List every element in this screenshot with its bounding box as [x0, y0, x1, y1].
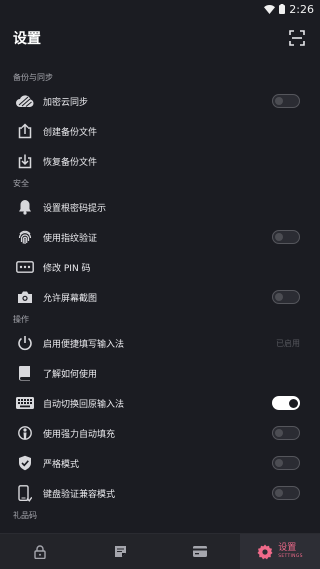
setting-label: 加密云同步 [43, 97, 89, 108]
power-icon [15, 333, 35, 353]
card-icon [193, 546, 207, 557]
setting-auto-switch-ime[interactable]: 自动切换回原输入法 [0, 388, 320, 418]
keyboard-compat-toggle[interactable] [272, 486, 300, 500]
strict-mode-toggle[interactable] [272, 456, 300, 470]
setting-label: 键盘验证兼容模式 [43, 489, 116, 500]
tab-settings-label: 设置 [278, 543, 297, 553]
strong-autofill-toggle[interactable] [272, 426, 300, 440]
setting-label: 使用指纹验证 [43, 233, 98, 244]
tab-cards[interactable] [160, 534, 240, 569]
setting-label: 严格模式 [43, 459, 80, 470]
setting-label: 允许屏幕截图 [43, 293, 98, 304]
cloud-icon [15, 91, 35, 111]
setting-change-pin[interactable]: 修改 PIN 码 [0, 252, 320, 282]
setting-label: 创建备份文件 [43, 127, 98, 138]
wifi-icon [264, 4, 276, 14]
tab-settings-sublabel: SETTINGS [278, 554, 303, 559]
book-icon [15, 363, 35, 383]
settings-list: 备份与同步 加密云同步 创建备份文件 恢复备份文件 安全 设置根密码提示 使用指… [0, 70, 320, 524]
notes-icon [114, 546, 126, 557]
download-icon [15, 151, 35, 171]
lock-icon [34, 544, 46, 559]
setting-label: 恢复备份文件 [43, 157, 98, 168]
settings-gear-icon [257, 544, 273, 559]
setting-strong-autofill[interactable]: 使用强力自动填充 [0, 418, 320, 448]
camera-icon [15, 287, 35, 307]
setting-label: 使用强力自动填充 [43, 429, 116, 440]
scan-button[interactable] [286, 27, 308, 49]
phone-icon [15, 483, 35, 503]
keyboard-icon [15, 393, 35, 413]
setting-keyboard-compat[interactable]: 键盘验证兼容模式 [0, 478, 320, 508]
fingerprint-icon [15, 227, 35, 247]
cloud-sync-toggle[interactable] [272, 94, 300, 108]
autofill-icon [15, 423, 35, 443]
fingerprint-toggle[interactable] [272, 230, 300, 244]
setting-allow-screenshot[interactable]: 允许屏幕截图 [0, 282, 320, 312]
shield-check-icon [15, 453, 35, 473]
scan-icon [289, 30, 305, 46]
battery-icon [279, 4, 286, 14]
setting-root-password-hint[interactable]: 设置根密码提示 [0, 192, 320, 222]
setting-create-backup[interactable]: 创建备份文件 [0, 116, 320, 146]
section-label-operation: 操作 [13, 315, 29, 324]
section-label-backup: 备份与同步 [13, 73, 53, 82]
setting-label: 设置根密码提示 [43, 203, 107, 214]
bell-icon [15, 197, 35, 217]
upload-icon [15, 121, 35, 141]
tab-settings[interactable]: 设置 SETTINGS [240, 534, 320, 569]
status-bar: 2:26 [0, 0, 320, 18]
setting-strict-mode[interactable]: 严格模式 [0, 448, 320, 478]
setting-label: 了解如何使用 [43, 369, 98, 380]
setting-cloud-sync[interactable]: 加密云同步 [0, 86, 320, 116]
setting-label: 启用便捷填写输入法 [43, 339, 125, 350]
auto-switch-ime-toggle[interactable] [272, 396, 300, 410]
setting-restore-backup[interactable]: 恢复备份文件 [0, 146, 320, 176]
status-time: 2:26 [289, 2, 314, 16]
tab-vault[interactable] [0, 534, 80, 569]
top-app-bar: 设置 [0, 18, 320, 58]
setting-learn-how[interactable]: 了解如何使用 [0, 358, 320, 388]
pin-icon [15, 257, 35, 277]
setting-fingerprint[interactable]: 使用指纹验证 [0, 222, 320, 252]
setting-label: 修改 PIN 码 [43, 263, 91, 274]
section-label-gift-code: 礼品码 [13, 511, 37, 520]
setting-label: 自动切换回原输入法 [43, 399, 125, 410]
screenshot-toggle[interactable] [272, 290, 300, 304]
bottom-tab-bar: 设置 SETTINGS [0, 533, 320, 569]
section-label-security: 安全 [13, 179, 29, 188]
setting-enable-ime[interactable]: 启用便捷填写输入法 已启用 [0, 328, 320, 358]
tab-notes[interactable] [80, 534, 160, 569]
page-title: 设置 [13, 31, 41, 47]
ime-status-text: 已启用 [276, 338, 300, 348]
